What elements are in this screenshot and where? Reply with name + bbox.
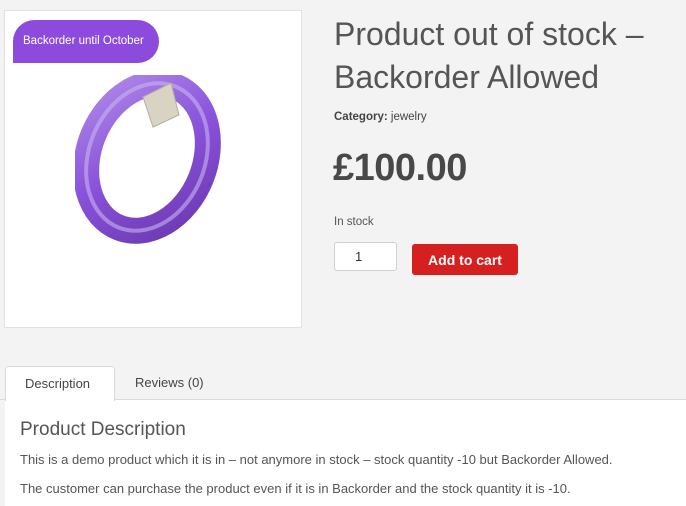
category-link[interactable]: jewelry	[391, 111, 427, 123]
add-to-cart-button[interactable]: Add to cart	[412, 244, 518, 275]
description-heading: Product Description	[20, 419, 186, 440]
product-price: £100.00	[333, 147, 467, 189]
stock-status: In stock	[334, 216, 374, 228]
description-paragraph: This is a demo product which it is in – …	[20, 452, 613, 467]
backorder-badge: Backorder until October	[13, 20, 159, 63]
product-image-box[interactable]: Backorder until October	[4, 10, 302, 328]
purple-ring-image	[75, 75, 221, 244]
tab-reviews[interactable]: Reviews (0)	[135, 366, 204, 400]
category-label: Category:	[334, 111, 388, 123]
description-paragraph: The customer can purchase the product ev…	[20, 481, 571, 496]
quantity-input[interactable]	[334, 242, 397, 271]
description-panel: Product Description This is a demo produ…	[5, 400, 686, 506]
product-title: Product out of stock – Backorder Allowed	[334, 16, 644, 95]
product-category: Category: jewelry	[334, 111, 427, 123]
tab-description[interactable]: Description	[5, 366, 115, 401]
